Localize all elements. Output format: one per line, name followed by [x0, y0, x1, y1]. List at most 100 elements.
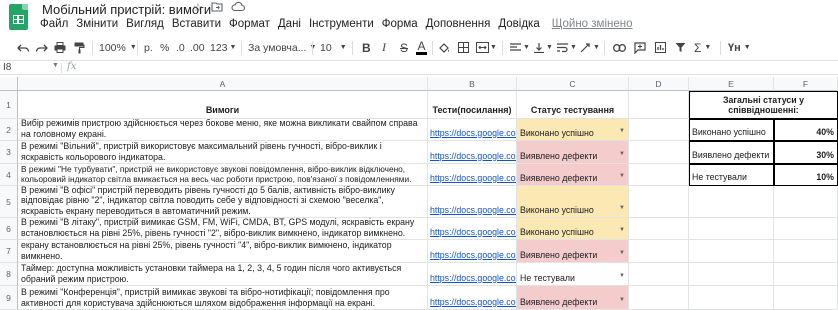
test-link-cell[interactable]: https://docs.google.com — [428, 186, 517, 218]
dropdown-arrow-icon[interactable]: ▼ — [619, 203, 625, 214]
summary-label-not-tested[interactable]: Не тестували — [689, 164, 774, 186]
insert-link-icon[interactable] — [613, 37, 626, 58]
text-color-button[interactable]: A — [416, 37, 427, 58]
requirement-cell[interactable]: В режимі "Не турбувати", пристрій не вик… — [18, 164, 428, 186]
summary-value-not-tested[interactable]: 10% — [774, 164, 838, 186]
column-header-e[interactable]: E — [689, 77, 774, 91]
dropdown-arrow-icon[interactable]: ▼ — [619, 126, 625, 137]
test-link[interactable]: https://docs.google.com — [430, 205, 516, 216]
summary-label-defects[interactable]: Виявлено дефекти — [689, 141, 774, 164]
test-link-cell[interactable]: https://docs.google.com — [428, 286, 517, 310]
requirement-cell[interactable]: В режимі "Конференція", пристрій вимикає… — [18, 286, 428, 310]
menu-tools[interactable]: Інструменти — [309, 18, 374, 30]
select-all-corner[interactable] — [0, 77, 18, 91]
cell-e[interactable] — [689, 218, 774, 240]
cell-d1[interactable] — [629, 91, 689, 119]
print-icon[interactable] — [54, 37, 66, 58]
status-dropdown[interactable]: Виконано успішно ▼ — [517, 218, 629, 240]
cell-f[interactable] — [774, 286, 838, 310]
test-link-cell[interactable]: https://docs.google.com — [428, 164, 517, 186]
sigma-functions-icon[interactable]: Σ ▼ — [694, 37, 711, 58]
summary-label-passed[interactable]: Виконано успішно — [689, 119, 774, 141]
bold-button[interactable]: B — [362, 37, 371, 58]
summary-value-defects[interactable]: 30% — [774, 141, 838, 164]
cell-e[interactable] — [689, 286, 774, 310]
chevron-down-icon[interactable]: ▼ — [52, 62, 59, 69]
menu-addons[interactable]: Доповнення — [426, 18, 491, 30]
column-header-a[interactable]: A — [18, 77, 428, 91]
cell-d[interactable] — [629, 263, 689, 286]
header-tests[interactable]: Тести(посилання) — [428, 91, 517, 119]
paint-format-icon[interactable] — [74, 37, 85, 58]
test-link[interactable]: https://docs.google.com — [430, 297, 516, 308]
requirement-cell[interactable]: Вибір режимів пристрою здійснюється чере… — [18, 119, 428, 141]
cell-f[interactable] — [774, 218, 838, 240]
header-status[interactable]: Статус тестування — [517, 91, 629, 119]
menu-edit[interactable]: Змінити — [76, 18, 118, 30]
text-wrap-icon[interactable]: ▼ — [557, 37, 577, 58]
test-link[interactable]: https://docs.google.com — [430, 227, 516, 238]
cell-d[interactable] — [629, 186, 689, 218]
row-header-1[interactable]: 1 — [0, 91, 18, 119]
row-header-3[interactable]: 3 — [0, 141, 18, 164]
move-folder-icon[interactable] — [211, 1, 223, 15]
currency-format-button[interactable]: р. — [144, 37, 153, 58]
dropdown-arrow-icon[interactable]: ▼ — [619, 271, 625, 282]
dropdown-arrow-icon[interactable]: ▼ — [619, 171, 625, 182]
status-dropdown[interactable]: Виявлено дефекти ▼ — [517, 141, 629, 164]
cell-f[interactable] — [774, 240, 838, 263]
summary-title[interactable]: Загальні статуси у співвідношенні: — [689, 91, 838, 119]
requirement-cell[interactable]: В режимі "В офісі" пристрій переводить р… — [18, 186, 428, 218]
menu-help[interactable]: Довідка — [498, 18, 539, 30]
input-tools-icon[interactable]: Үн ▼ — [728, 37, 751, 58]
cell-d[interactable] — [629, 141, 689, 164]
requirement-cell[interactable]: В режимі "Енергозберігаючий", пристрій в… — [18, 240, 428, 263]
status-dropdown[interactable]: Виявлено дефекти ▼ — [517, 164, 629, 186]
cell-d[interactable] — [629, 164, 689, 186]
zoom-select[interactable]: 100% ▼ — [99, 37, 137, 58]
sheets-logo-icon[interactable] — [9, 4, 28, 30]
requirement-cell[interactable]: В режимі "В літаку", пристрій вимикає GS… — [18, 218, 428, 240]
row-header-6[interactable]: 6 — [0, 218, 18, 240]
row-header-2[interactable]: 2 — [0, 119, 18, 141]
test-link-cell[interactable]: https://docs.google.com — [428, 141, 517, 164]
dropdown-arrow-icon[interactable]: ▼ — [619, 225, 625, 236]
redo-icon[interactable] — [35, 37, 48, 58]
test-link[interactable]: https://docs.google.com — [430, 151, 516, 162]
row-header-8[interactable]: 8 — [0, 263, 18, 286]
row-header-4[interactable]: 4 — [0, 164, 18, 186]
horizontal-align-icon[interactable]: ▼ — [510, 37, 530, 58]
cell-d[interactable] — [629, 119, 689, 141]
number-format-select[interactable]: 123 ▼ — [210, 37, 236, 58]
column-header-b[interactable]: B — [428, 77, 517, 91]
font-size-select[interactable]: 10 ▼ — [320, 37, 347, 58]
menu-view[interactable]: Вигляд — [126, 18, 164, 30]
strikethrough-button[interactable]: S — [400, 37, 408, 58]
column-header-c[interactable]: C — [517, 77, 629, 91]
column-header-f[interactable]: F — [774, 77, 838, 91]
insert-comment-icon[interactable] — [634, 37, 646, 58]
filter-icon[interactable] — [675, 37, 686, 58]
decrease-decimal-button[interactable]: .0 — [176, 37, 185, 58]
menu-data[interactable]: Дані — [278, 18, 301, 30]
font-family-select[interactable]: За умовча... ▼ — [248, 37, 316, 58]
menu-form[interactable]: Форма — [382, 18, 418, 30]
last-edit-status[interactable]: Щойно змінено — [552, 18, 633, 30]
test-link[interactable]: https://docs.google.com — [430, 273, 516, 284]
text-rotation-icon[interactable]: ▼ — [580, 37, 600, 58]
insert-chart-icon[interactable] — [655, 37, 666, 58]
dropdown-arrow-icon[interactable]: ▼ — [619, 295, 625, 306]
status-dropdown[interactable]: Виконано успішно ▼ — [517, 119, 629, 141]
status-dropdown[interactable]: Не тестували ▼ — [517, 263, 629, 286]
cell-e[interactable] — [689, 263, 774, 286]
requirement-cell[interactable]: Таймер: доступна можливість установки та… — [18, 263, 428, 286]
test-link[interactable]: https://docs.google.com — [430, 128, 516, 139]
borders-icon[interactable] — [458, 37, 469, 58]
menu-file[interactable]: Файл — [40, 18, 68, 30]
star-icon[interactable]: ☆ — [193, 1, 203, 15]
test-link[interactable]: https://docs.google.com — [430, 173, 516, 184]
row-header-7[interactable]: 7 — [0, 240, 18, 263]
percent-format-button[interactable]: % — [160, 37, 169, 58]
document-title[interactable]: Мобільний пристрій: вимоги — [42, 2, 211, 17]
merge-cells-icon[interactable]: ▼ — [476, 37, 497, 58]
